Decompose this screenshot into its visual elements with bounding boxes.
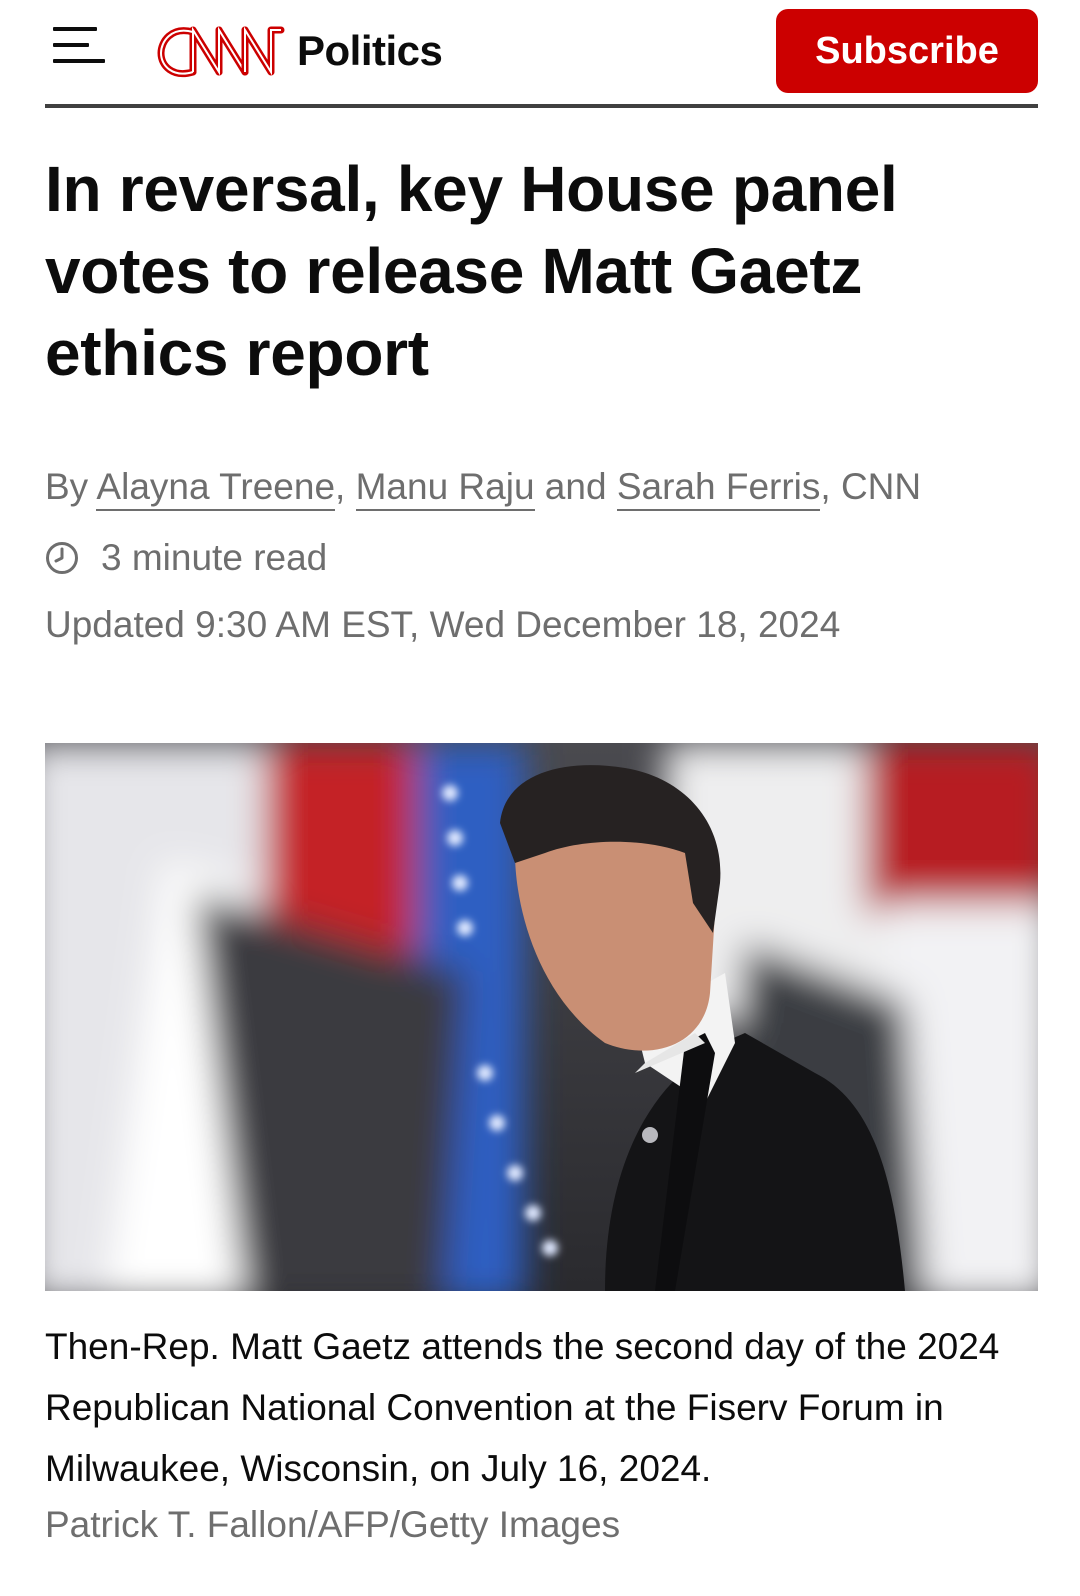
read-time-text: 3 minute read xyxy=(101,537,328,578)
byline-suffix: , CNN xyxy=(820,466,922,507)
article-headline: In reversal, key House panel votes to re… xyxy=(45,153,898,389)
hamburger-menu-icon[interactable] xyxy=(53,27,105,67)
cnn-logo xyxy=(157,26,285,77)
author-link-sarah-ferris[interactable]: Sarah Ferris xyxy=(616,466,821,511)
photo-caption: Then-Rep. Matt Gaetz attends the second … xyxy=(45,1326,1000,1489)
photo-credit: Patrick T. Fallon/AFP/Getty Images xyxy=(45,1504,621,1545)
clock-icon xyxy=(46,542,78,574)
author-link-manu-raju[interactable]: Manu Raju xyxy=(355,466,535,511)
read-time: 3 minute read xyxy=(45,533,327,583)
cnn-politics-logo[interactable]: Politics xyxy=(157,20,443,82)
byline: By Alayna Treene, Manu Raju and Sarah Fe… xyxy=(45,462,921,512)
updated-timestamp: Updated 9:30 AM EST, Wed December 18, 20… xyxy=(45,604,841,645)
header-divider xyxy=(45,104,1038,108)
subscribe-button[interactable]: Subscribe xyxy=(776,9,1038,93)
byline-separator: and xyxy=(534,466,617,507)
byline-prefix: By xyxy=(45,466,97,507)
photo-illustration xyxy=(45,743,1038,1291)
article-photo[interactable] xyxy=(45,743,1038,1291)
author-link-alayna-treene[interactable]: Alayna Treene xyxy=(96,466,336,511)
section-title: Politics xyxy=(297,27,443,74)
byline-separator: , xyxy=(335,466,356,507)
site-header: Politics Subscribe xyxy=(45,0,1038,110)
